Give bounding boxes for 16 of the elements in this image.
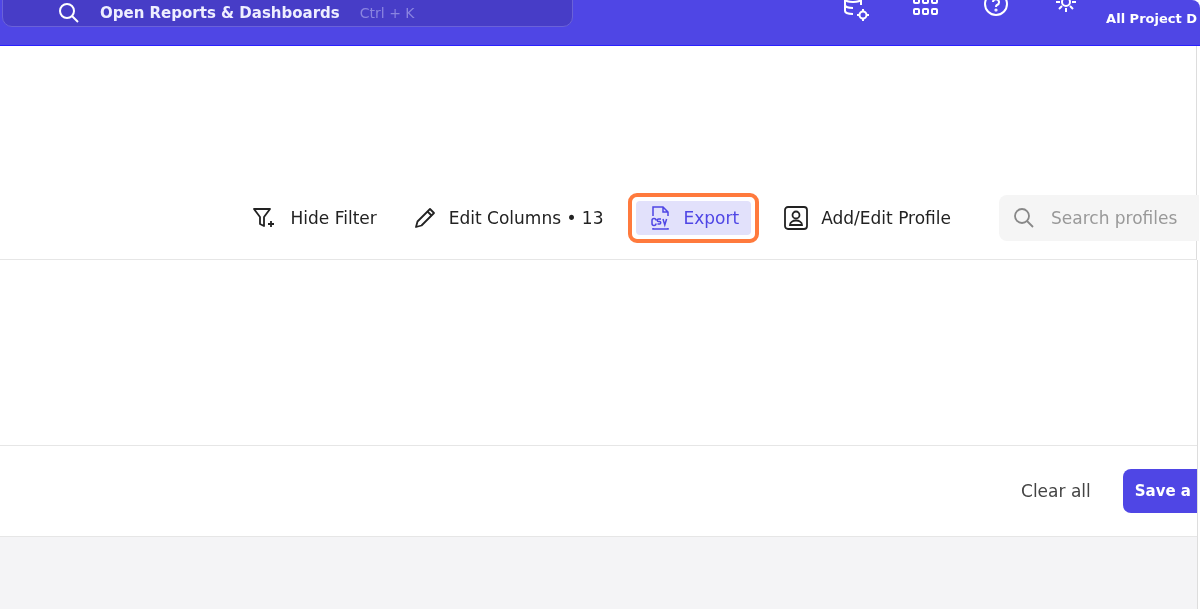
clear-all-button[interactable]: Clear all [1017, 477, 1095, 505]
save-button[interactable]: Save a [1122, 469, 1197, 513]
search-field[interactable]: Search profiles [999, 195, 1199, 241]
search-icon [58, 2, 80, 24]
database-gear-icon[interactable] [842, 0, 871, 22]
hide-filter-button[interactable]: Hide Filter [242, 201, 387, 235]
edit-columns-button[interactable]: Edit Columns • 13 [402, 200, 614, 236]
search-icon [1013, 207, 1035, 229]
search-label: Open Reports & Dashboards [100, 4, 340, 22]
profile-button[interactable]: Add/Edit Profile [773, 199, 961, 237]
user-card-icon [783, 205, 810, 231]
export-button[interactable]: Export [635, 201, 752, 235]
search-field[interactable]: Open Reports & Dashboards Ctrl + K [2, 0, 573, 27]
shortcut-hint: Ctrl + K [359, 5, 415, 21]
pencil-icon [412, 206, 437, 230]
project-name[interactable]: All Project D [1106, 11, 1197, 26]
